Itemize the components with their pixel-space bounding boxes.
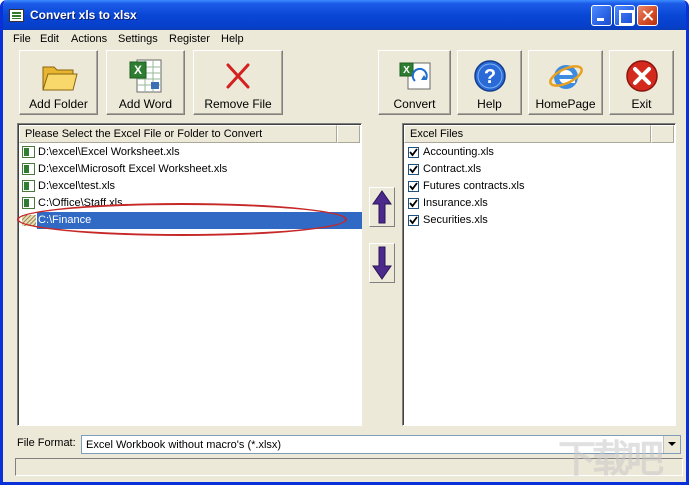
menu-edit[interactable]: Edit [39,33,60,45]
excel-files-panel[interactable]: Excel Files Accounting.xls Contract.xls … [402,123,676,426]
file-checkbox[interactable] [408,147,419,158]
convert-button[interactable]: X Convert [378,50,451,115]
window-title: Convert xls to xlsx [30,8,137,22]
excel-file-label: Contract.xls [423,163,482,175]
excel-sheet-icon: X [129,59,161,93]
menu-help[interactable]: Help [220,33,245,45]
checkmark-icon [409,182,418,191]
convert-icon: X [399,62,430,90]
file-format-label: File Format: [17,437,76,449]
app-window: Convert xls to xlsx File Edit Actions Se… [0,0,689,485]
menu-settings[interactable]: Settings [117,33,159,45]
excel-file-item[interactable]: Accounting.xls [406,144,651,161]
source-list-panel[interactable]: Please Select the Excel File or Folder t… [17,123,362,426]
remove-file-button[interactable]: Remove File [193,50,283,115]
remove-x-icon [226,63,250,89]
excel-file-label: Accounting.xls [423,146,494,158]
checkmark-icon [409,199,418,208]
homepage-label: HomePage [535,97,596,111]
source-list-item-label: C:\Finance [38,214,92,226]
checkmark-icon [409,216,418,225]
svg-text:?: ? [483,66,495,88]
excel-file-label: Insurance.xls [423,197,488,209]
source-list-item-label: D:\excel\Microsoft Excel Worksheet.xls [38,163,228,175]
add-folder-label: Add Folder [29,97,88,111]
chevron-down-icon[interactable] [663,436,680,453]
checkmark-icon [409,165,418,174]
source-list-header-spare [337,125,360,143]
file-checkbox[interactable] [408,181,419,192]
excel-files-header-spare [651,125,674,143]
folder-icon [22,215,36,226]
file-checkbox[interactable] [408,198,419,209]
arrow-down-icon [372,246,392,280]
file-format-value: Excel Workbook without macro's (*.xlsx) [86,439,282,451]
help-button[interactable]: ? Help [457,50,522,115]
excel-file-icon [22,180,35,192]
title-bar[interactable]: Convert xls to xlsx [3,0,686,30]
add-word-label: Add Word [118,97,173,111]
close-button[interactable] [637,5,658,26]
source-list-item-label: D:\excel\test.xls [38,180,116,192]
status-bar [15,458,683,476]
help-label: Help [477,97,502,111]
menu-file[interactable]: File [12,33,32,45]
exit-label: Exit [631,97,652,111]
exit-icon [625,60,658,92]
source-list-header[interactable]: Please Select the Excel File or Folder t… [19,125,337,143]
source-list-item-label: D:\excel\Excel Worksheet.xls [38,146,180,158]
arrow-up-icon [372,190,392,224]
move-down-button[interactable] [369,243,395,283]
file-format-select[interactable]: Excel Workbook without macro's (*.xlsx) [81,435,681,454]
internet-explorer-icon [548,65,583,89]
homepage-button[interactable]: HomePage [528,50,603,115]
add-word-button[interactable]: X Add Word [106,50,185,115]
help-icon: ? [473,60,506,92]
menu-register[interactable]: Register [168,33,211,45]
excel-files-header[interactable]: Excel Files [404,125,651,143]
exit-button[interactable]: Exit [609,50,674,115]
excel-file-icon [22,163,35,175]
move-up-button[interactable] [369,187,395,227]
checkmark-icon [409,148,418,157]
minimize-button[interactable] [591,5,612,26]
svg-text:X: X [133,63,141,77]
remove-file-label: Remove File [204,97,272,111]
file-checkbox[interactable] [408,215,419,226]
menu-bar: File Edit Actions Settings Register Help [3,31,686,49]
convert-label: Convert [393,97,436,111]
excel-file-icon [22,197,35,209]
app-icon [9,9,24,22]
maximize-button[interactable] [614,5,635,26]
file-checkbox[interactable] [408,164,419,175]
excel-file-label: Futures contracts.xls [423,180,525,192]
excel-file-label: Securities.xls [423,214,488,226]
source-list-item-label: C:\Office\Staff.xls [38,197,123,209]
excel-file-icon [22,146,35,158]
svg-text:X: X [403,65,410,76]
add-folder-button[interactable]: Add Folder [19,50,98,115]
folder-icon [41,66,78,91]
menu-actions[interactable]: Actions [70,33,108,45]
